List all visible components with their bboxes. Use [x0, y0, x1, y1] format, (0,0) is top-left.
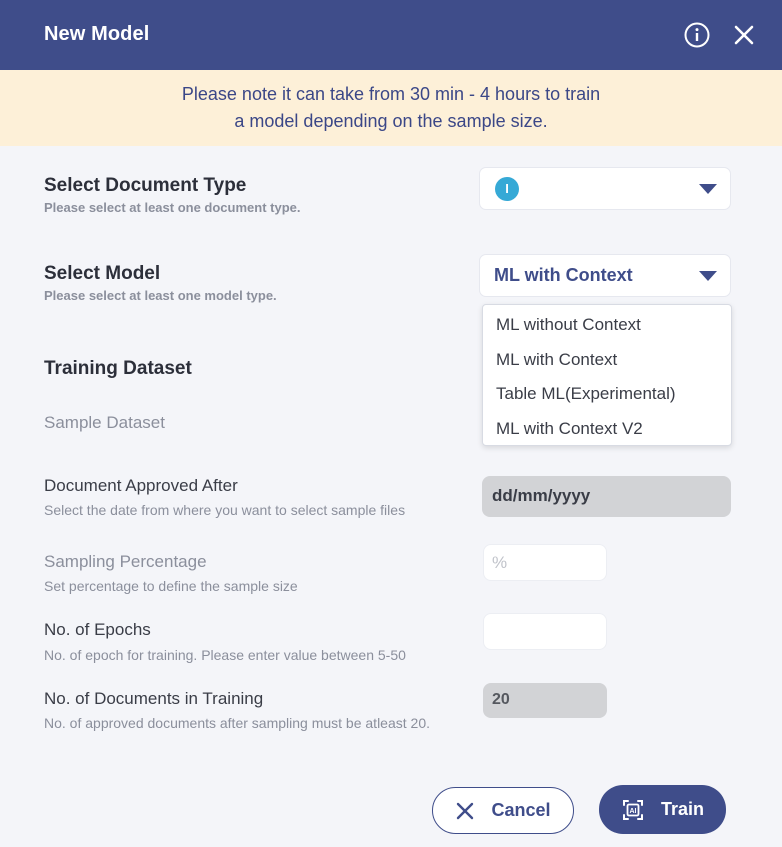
notice-banner: Please note it can take from 30 min - 4 …: [0, 70, 782, 146]
documents-in-training-hint: No. of approved documents after sampling…: [44, 715, 430, 731]
model-selected-value: ML with Context: [494, 265, 633, 285]
document-type-select[interactable]: I: [479, 167, 731, 210]
model-option-ml-without-context[interactable]: ML without Context: [483, 311, 731, 346]
dialog-title: New Model: [44, 23, 150, 45]
chevron-down-icon: [699, 271, 717, 281]
close-x-icon: [457, 802, 474, 819]
documents-in-training-label: No. of Documents in Training: [44, 689, 264, 708]
cancel-button[interactable]: Cancel: [432, 787, 574, 834]
document-type-hint: Please select at least one document type…: [44, 200, 301, 215]
sampling-percentage-label: Sampling Percentage: [44, 552, 207, 571]
model-label: Select Model: [44, 263, 161, 284]
epochs-hint: No. of epoch for training. Please enter …: [44, 647, 406, 663]
info-icon[interactable]: [684, 22, 710, 48]
model-option-table-ml[interactable]: Table ML(Experimental): [483, 380, 731, 415]
new-model-dialog: New Model Please note it can take from 3…: [0, 0, 782, 847]
sampling-percentage-hint: Set percentage to define the sample size: [44, 578, 298, 594]
notice-text: Please note it can take from 30 min - 4 …: [181, 84, 601, 131]
documents-in-training-input[interactable]: 20: [483, 683, 607, 718]
sampling-percentage-input[interactable]: %: [483, 544, 607, 581]
sample-dataset-label: Sample Dataset: [44, 413, 165, 432]
epochs-label: No. of Epochs: [44, 620, 151, 639]
approved-after-hint: Select the date from where you want to s…: [44, 502, 406, 518]
model-option-ml-with-context[interactable]: ML with Context: [483, 346, 731, 381]
model-option-ml-with-context-v2[interactable]: ML with Context V2: [483, 415, 731, 450]
model-hint: Please select at least one model type.: [44, 288, 277, 303]
train-button[interactable]: AI Train: [599, 785, 726, 834]
ai-chip-icon: AI: [622, 799, 643, 820]
cancel-button-label: Cancel: [491, 800, 551, 820]
close-icon[interactable]: [733, 24, 755, 46]
model-select[interactable]: ML with Context: [479, 254, 731, 297]
train-button-label: Train: [660, 799, 704, 819]
epochs-input[interactable]: [483, 613, 607, 650]
approved-after-date-input[interactable]: dd/mm/yyyy: [482, 476, 731, 517]
chevron-down-icon: [699, 184, 717, 194]
approved-after-label: Document Approved After: [44, 476, 238, 495]
model-dropdown-menu: ML without Context ML with Context Table…: [482, 304, 732, 446]
dialog-header: New Model: [0, 0, 782, 70]
svg-text:AI: AI: [629, 808, 636, 815]
document-type-label: Select Document Type: [44, 175, 247, 196]
training-dataset-heading: Training Dataset: [44, 358, 192, 379]
document-type-badge: I: [495, 177, 519, 201]
